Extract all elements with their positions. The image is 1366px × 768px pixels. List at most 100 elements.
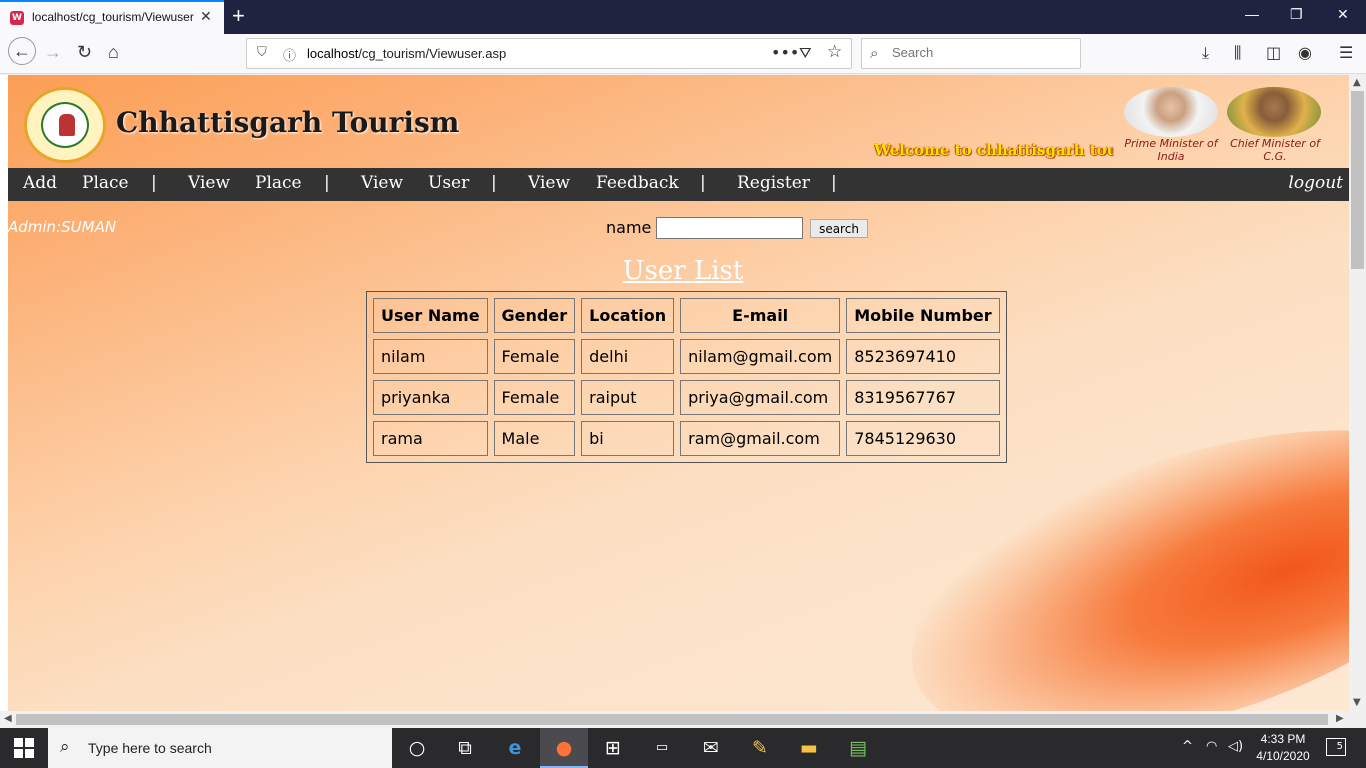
table-cell: ram@gmail.com: [680, 421, 841, 456]
wifi-icon[interactable]: ◠: [1206, 739, 1217, 754]
bookmark-star-icon[interactable]: ☆: [827, 42, 842, 62]
library-icon[interactable]: ⫼: [1234, 43, 1241, 63]
home-icon[interactable]: ⌂: [108, 42, 119, 63]
url-host: localhost: [307, 46, 359, 61]
column-header: Gender: [493, 298, 576, 333]
show-hidden-icons-icon[interactable]: ^: [1182, 739, 1193, 754]
site-header: Chhattisgarh Tourism Welcome to chhattis…: [8, 75, 1349, 168]
column-header: Location: [581, 298, 675, 333]
system-tray: ^ ◠ ◁) 4:33 PM 4/10/2020 5: [1176, 728, 1366, 768]
page-viewport: Chhattisgarh Tourism Welcome to chhattis…: [0, 75, 1349, 711]
tracking-shield-icon[interactable]: ⛉: [257, 45, 267, 60]
menu-add-place-link[interactable]: Add: [23, 173, 57, 193]
terminal-icon[interactable]: ▭: [638, 728, 686, 768]
page-actions-icon[interactable]: •••: [771, 43, 799, 62]
scroll-down-icon[interactable]: ▼: [1353, 697, 1361, 708]
table-cell: Female: [493, 339, 576, 374]
pocket-icon[interactable]: ⛛: [799, 44, 812, 62]
download-icon[interactable]: ⤓: [1202, 43, 1209, 63]
menu-separator: |: [151, 173, 157, 193]
tab-close-icon[interactable]: ✕: [200, 9, 212, 25]
url-path: /cg_tourism/Viewuser.asp: [358, 46, 507, 61]
clock-time: 4:33 PM: [1260, 732, 1306, 746]
forward-icon[interactable]: →: [44, 42, 62, 63]
tab-strip: W localhost/cg_tourism/Viewuser.asp ✕ + …: [0, 0, 1366, 34]
user-table: User Name Gender Location E-mail Mobile …: [366, 291, 1007, 463]
search-button[interactable]: search: [810, 219, 868, 238]
mail-icon[interactable]: ✉: [687, 728, 735, 768]
reload-icon[interactable]: ↻: [77, 42, 92, 63]
scroll-left-icon[interactable]: ◀: [4, 713, 12, 724]
horizontal-scrollbar[interactable]: ◀ ▶: [0, 711, 1349, 728]
taskbar-search-box[interactable]: ⌕ Type here to search: [48, 728, 392, 768]
search-icon: ⌕: [60, 737, 70, 757]
menu-view-feedback-link[interactable]: Feedback: [596, 173, 679, 193]
url-bar[interactable]: ⛉ ⓘ localhost/cg_tourism/Viewuser.asp ••…: [246, 38, 852, 69]
site-info-icon[interactable]: ⓘ: [283, 45, 296, 64]
menu-view-place-link[interactable]: Place: [255, 173, 302, 193]
task-view-icon[interactable]: ⧉: [441, 728, 489, 768]
windows-start-icon[interactable]: [14, 738, 34, 758]
url-text[interactable]: localhost/cg_tourism/Viewuser.asp: [307, 46, 506, 61]
menu-view-feedback-link[interactable]: View: [528, 173, 570, 193]
name-search-input[interactable]: [656, 217, 803, 239]
menu-icon[interactable]: ☰: [1339, 43, 1353, 62]
system-clock[interactable]: 4:33 PM 4/10/2020: [1253, 731, 1313, 765]
menu-register-link[interactable]: Register: [737, 173, 810, 193]
close-window-icon[interactable]: ✕: [1337, 6, 1349, 23]
chief-minister-photo: [1227, 87, 1321, 137]
cortana-icon[interactable]: ○: [393, 728, 441, 768]
table-row: nilam Female delhi nilam@gmail.com 85236…: [373, 339, 1000, 374]
restore-icon[interactable]: ❐: [1290, 6, 1303, 23]
new-tab-button[interactable]: +: [232, 3, 245, 29]
main-menu: Add Place | View Place | View User | Vie…: [8, 168, 1349, 201]
vertical-scrollbar[interactable]: ▲ ▼: [1349, 75, 1366, 711]
edge-icon[interactable]: e: [491, 728, 539, 768]
table-cell: bi: [581, 421, 675, 456]
menu-view-user-link[interactable]: View: [361, 173, 403, 193]
table-cell: 8319567767: [846, 380, 1000, 415]
scroll-up-icon[interactable]: ▲: [1353, 77, 1361, 88]
scroll-right-icon[interactable]: ▶: [1336, 713, 1344, 724]
page-left-margin: [0, 75, 8, 711]
menu-view-place-link[interactable]: View: [188, 173, 230, 193]
back-icon[interactable]: ←: [8, 37, 36, 65]
notepad-icon[interactable]: ▤: [834, 728, 882, 768]
user-list-title: User List: [622, 256, 744, 286]
table-cell: delhi: [581, 339, 675, 374]
welcome-marquee: Welcome to chhattisgarh tourism: [874, 141, 1114, 159]
file-explorer-icon[interactable]: ▬: [785, 728, 833, 768]
paint-icon[interactable]: ✎: [736, 728, 784, 768]
column-header: User Name: [373, 298, 488, 333]
menu-separator: |: [700, 173, 706, 193]
minimize-icon[interactable]: —: [1245, 6, 1259, 22]
sidebar-icon[interactable]: ◫: [1266, 43, 1281, 62]
tab-title: localhost/cg_tourism/Viewuser.asp: [32, 10, 194, 24]
menu-add-place-link[interactable]: Place: [82, 173, 129, 193]
menu-separator: |: [324, 173, 330, 193]
table-cell: 7845129630: [846, 421, 1000, 456]
prime-minister-photo: [1124, 87, 1218, 137]
chhattisgarh-emblem-logo: [24, 87, 106, 163]
firefox-icon[interactable]: ●: [540, 728, 588, 768]
notification-center-icon[interactable]: 5: [1326, 738, 1346, 756]
horizontal-scroll-thumb[interactable]: [16, 714, 1328, 725]
browser-search-input[interactable]: [892, 45, 1072, 60]
table-cell: Female: [493, 380, 576, 415]
vertical-scroll-thumb[interactable]: [1351, 91, 1364, 269]
menu-view-user-link[interactable]: User: [428, 173, 469, 193]
table-row: priyanka Female raiput priya@gmail.com 8…: [373, 380, 1000, 415]
browser-search-box[interactable]: ⌕: [861, 38, 1081, 69]
table-cell: Male: [493, 421, 576, 456]
clock-date: 4/10/2020: [1256, 749, 1310, 763]
navigation-toolbar: ← → ↻ ⌂ ⛉ ⓘ localhost/cg_tourism/Viewuse…: [0, 34, 1366, 74]
logout-link[interactable]: logout: [1288, 173, 1343, 193]
table-cell: nilam: [373, 339, 488, 374]
admin-label: Admin:SUMAN: [8, 218, 117, 236]
account-icon[interactable]: ◉: [1298, 43, 1312, 62]
store-icon[interactable]: ⊞: [589, 728, 637, 768]
browser-tab[interactable]: W localhost/cg_tourism/Viewuser.asp ✕: [0, 0, 224, 34]
notification-count: 5: [1336, 741, 1343, 752]
column-header: E-mail: [680, 298, 841, 333]
volume-icon[interactable]: ◁): [1228, 739, 1243, 754]
